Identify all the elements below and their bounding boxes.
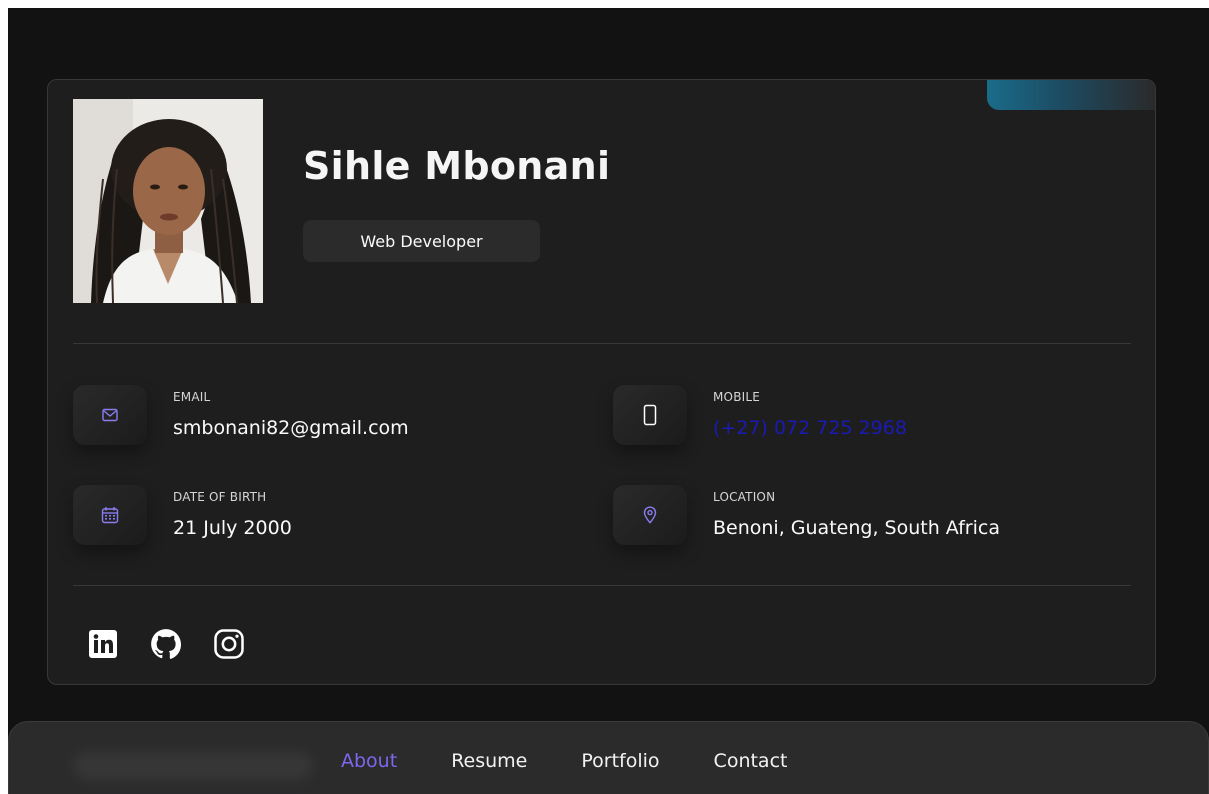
navbar-blur-backdrop [73,752,313,780]
job-title-badge: Web Developer [303,220,540,262]
separator [73,585,1131,586]
nav-resume[interactable]: Resume [451,750,527,772]
mail-icon [73,385,147,445]
github-icon[interactable] [147,628,184,660]
phone-icon [613,385,687,445]
location-label: Location [713,490,776,504]
social-list [84,628,247,660]
contact-birthday: Date of Birth 21 July 2000 [73,485,573,545]
birthday-label: Date of Birth [173,490,267,504]
profile-name: Sihle Mbonani [303,144,611,188]
instagram-icon[interactable] [210,628,247,660]
contact-location: Location Benoni, Guateng, South Africa [613,485,1113,545]
email-link[interactable]: smbonani82@gmail.com [173,417,409,439]
corner-accent [987,80,1155,110]
contact-email: Email smbonani82@gmail.com [73,385,573,445]
nav-contact[interactable]: Contact [714,750,788,772]
navbar: About Resume Portfolio Contact [8,721,1209,794]
location-pin-icon [613,485,687,545]
nav-about[interactable]: About [341,750,397,772]
avatar-photo [73,99,263,303]
app-viewport: Sihle Mbonani Web Developer Email smbona… [8,8,1209,794]
nav-portfolio[interactable]: Portfolio [581,750,659,772]
location-value: Benoni, Guateng, South Africa [713,517,1000,539]
separator [73,343,1131,344]
profile-card: Sihle Mbonani Web Developer Email smbona… [47,79,1156,685]
contact-mobile: Mobile (+27) 072 725 2968 [613,385,1113,445]
linkedin-icon[interactable] [84,628,121,660]
phone-link[interactable]: (+27) 072 725 2968 [713,417,907,439]
avatar [73,99,263,303]
mobile-label: Mobile [713,390,761,404]
nav-links: About Resume Portfolio Contact [341,750,787,772]
birthday-value: 21 July 2000 [173,517,292,539]
calendar-icon [73,485,147,545]
email-label: Email [173,390,211,404]
